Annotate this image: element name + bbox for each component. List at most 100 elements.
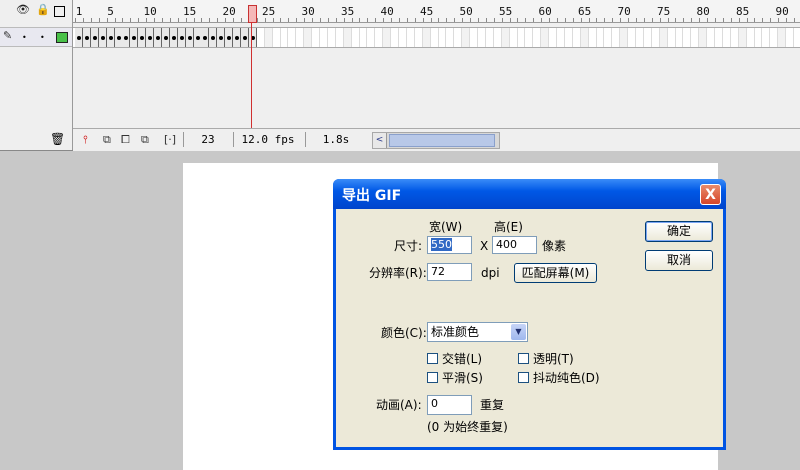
frame-cell[interactable] bbox=[549, 28, 557, 47]
frame-cell[interactable] bbox=[399, 28, 407, 47]
colors-select[interactable]: 标准颜色 ▼ bbox=[427, 322, 528, 342]
frame-cell[interactable] bbox=[478, 28, 486, 47]
keyframe-cell[interactable] bbox=[122, 28, 131, 47]
keyframe-cell[interactable] bbox=[106, 28, 115, 47]
height-input[interactable]: 400 bbox=[492, 236, 537, 254]
keyframe-cell[interactable] bbox=[114, 28, 123, 47]
frame-cell[interactable] bbox=[533, 28, 542, 47]
lock-icon[interactable]: 🔒 bbox=[36, 4, 50, 16]
eye-icon[interactable]: 👁 bbox=[16, 4, 30, 16]
keyframe-cell[interactable] bbox=[130, 28, 139, 47]
frame-cell[interactable] bbox=[731, 28, 739, 47]
frame-cell[interactable] bbox=[352, 28, 360, 47]
interlace-checkbox[interactable] bbox=[427, 353, 438, 364]
width-input[interactable]: 550 bbox=[427, 236, 472, 254]
keyframe-cell[interactable] bbox=[98, 28, 107, 47]
layer-color-swatch[interactable] bbox=[56, 32, 68, 43]
scroll-thumb[interactable] bbox=[389, 134, 495, 147]
frame-cell[interactable] bbox=[517, 28, 526, 47]
keyframe-cell[interactable] bbox=[240, 28, 249, 47]
frame-cell[interactable] bbox=[596, 28, 605, 47]
frame-cell[interactable] bbox=[715, 28, 723, 47]
frame-cell[interactable] bbox=[541, 28, 550, 47]
cancel-button[interactable]: 取消 bbox=[645, 250, 713, 271]
frame-cell[interactable] bbox=[723, 28, 731, 47]
trash-icon[interactable]: 🗑 bbox=[50, 132, 65, 146]
frame-cell[interactable] bbox=[589, 28, 597, 47]
frame-cell[interactable] bbox=[652, 28, 660, 47]
playhead[interactable] bbox=[248, 5, 257, 23]
frame-cell[interactable] bbox=[407, 28, 415, 47]
frame-cell[interactable] bbox=[462, 28, 471, 47]
keyframe-cell[interactable] bbox=[146, 28, 155, 47]
onion-outline-icon[interactable]: ⧠ bbox=[121, 133, 130, 147]
keyframe-cell[interactable] bbox=[154, 28, 162, 47]
lock-dot-icon[interactable]: • bbox=[40, 32, 45, 44]
frame-cell[interactable] bbox=[470, 28, 478, 47]
frame-cell[interactable] bbox=[612, 28, 621, 47]
frame-ruler[interactable]: 1 5 10 15 20 25 30 35 40 45 50 55 60 65 70 75 80 85 90 bbox=[73, 0, 800, 23]
frame-cell[interactable] bbox=[580, 28, 589, 47]
frame-cell[interactable] bbox=[367, 28, 376, 47]
frame-cell[interactable] bbox=[683, 28, 692, 47]
frame-cell[interactable] bbox=[280, 28, 289, 47]
frame-cell[interactable] bbox=[604, 28, 613, 47]
frame-cell[interactable] bbox=[565, 28, 573, 47]
frame-cell[interactable] bbox=[691, 28, 700, 47]
keyframe-cell[interactable] bbox=[75, 28, 83, 47]
keyframe-cell[interactable] bbox=[90, 28, 99, 47]
frame-cell[interactable] bbox=[415, 28, 423, 47]
keyframe-cell[interactable] bbox=[169, 28, 178, 47]
keyframe-cell[interactable] bbox=[201, 28, 210, 47]
frame-cell[interactable] bbox=[391, 28, 399, 47]
frame-cell[interactable] bbox=[438, 28, 447, 47]
edit-multiple-frames-icon[interactable]: ⧉ bbox=[141, 133, 149, 147]
animation-input[interactable]: 0 bbox=[427, 395, 472, 415]
frame-cell[interactable] bbox=[359, 28, 368, 47]
match-screen-button[interactable]: 匹配屏幕(M) bbox=[514, 263, 597, 283]
frame-cell[interactable] bbox=[675, 28, 684, 47]
frame-cell[interactable] bbox=[738, 28, 747, 47]
keyframe-cell[interactable] bbox=[248, 28, 257, 47]
frame-cell[interactable] bbox=[659, 28, 668, 47]
frame-cell[interactable] bbox=[343, 28, 352, 47]
frame-cell[interactable] bbox=[770, 28, 779, 47]
outline-icon[interactable] bbox=[54, 6, 65, 17]
frame-cell[interactable] bbox=[762, 28, 771, 47]
modify-markers-icon[interactable]: [·] bbox=[164, 133, 176, 146]
chevron-down-icon[interactable]: ▼ bbox=[511, 324, 526, 340]
center-frame-icon[interactable]: ⫯ bbox=[83, 133, 88, 147]
keyframe-cell[interactable] bbox=[233, 28, 241, 47]
ok-button[interactable]: 确定 bbox=[645, 221, 713, 242]
frame-cell[interactable] bbox=[510, 28, 518, 47]
frame-cell[interactable] bbox=[273, 28, 281, 47]
frame-cell[interactable] bbox=[636, 28, 644, 47]
close-button[interactable]: X bbox=[700, 184, 721, 205]
keyframe-cell[interactable] bbox=[217, 28, 226, 47]
frame-cell[interactable] bbox=[794, 28, 800, 47]
frames-row[interactable] bbox=[73, 27, 800, 48]
frame-cell[interactable] bbox=[628, 28, 636, 47]
frame-cell[interactable] bbox=[707, 28, 715, 47]
frame-cell[interactable] bbox=[699, 28, 708, 47]
smooth-checkbox[interactable] bbox=[427, 372, 438, 383]
dialog-titlebar[interactable]: 导出 GIF X bbox=[333, 179, 726, 209]
keyframe-cell[interactable] bbox=[209, 28, 218, 47]
frame-cell[interactable] bbox=[494, 28, 502, 47]
frame-cell[interactable] bbox=[312, 28, 320, 47]
keyframe-cell[interactable] bbox=[138, 28, 147, 47]
frame-cell[interactable] bbox=[383, 28, 392, 47]
frame-cell[interactable] bbox=[431, 28, 439, 47]
frame-cell[interactable] bbox=[336, 28, 344, 47]
frame-cell[interactable] bbox=[257, 28, 265, 47]
frame-cell[interactable] bbox=[644, 28, 652, 47]
frame-cell[interactable] bbox=[296, 28, 305, 47]
dither-checkbox[interactable] bbox=[518, 372, 529, 383]
frame-cell[interactable] bbox=[446, 28, 455, 47]
frame-cell[interactable] bbox=[754, 28, 763, 47]
resolution-input[interactable]: 72 bbox=[427, 263, 472, 281]
keyframe-cell[interactable] bbox=[185, 28, 194, 47]
keyframe-cell[interactable] bbox=[161, 28, 170, 47]
transparent-checkbox[interactable] bbox=[518, 353, 529, 364]
keyframe-cell[interactable] bbox=[193, 28, 202, 47]
